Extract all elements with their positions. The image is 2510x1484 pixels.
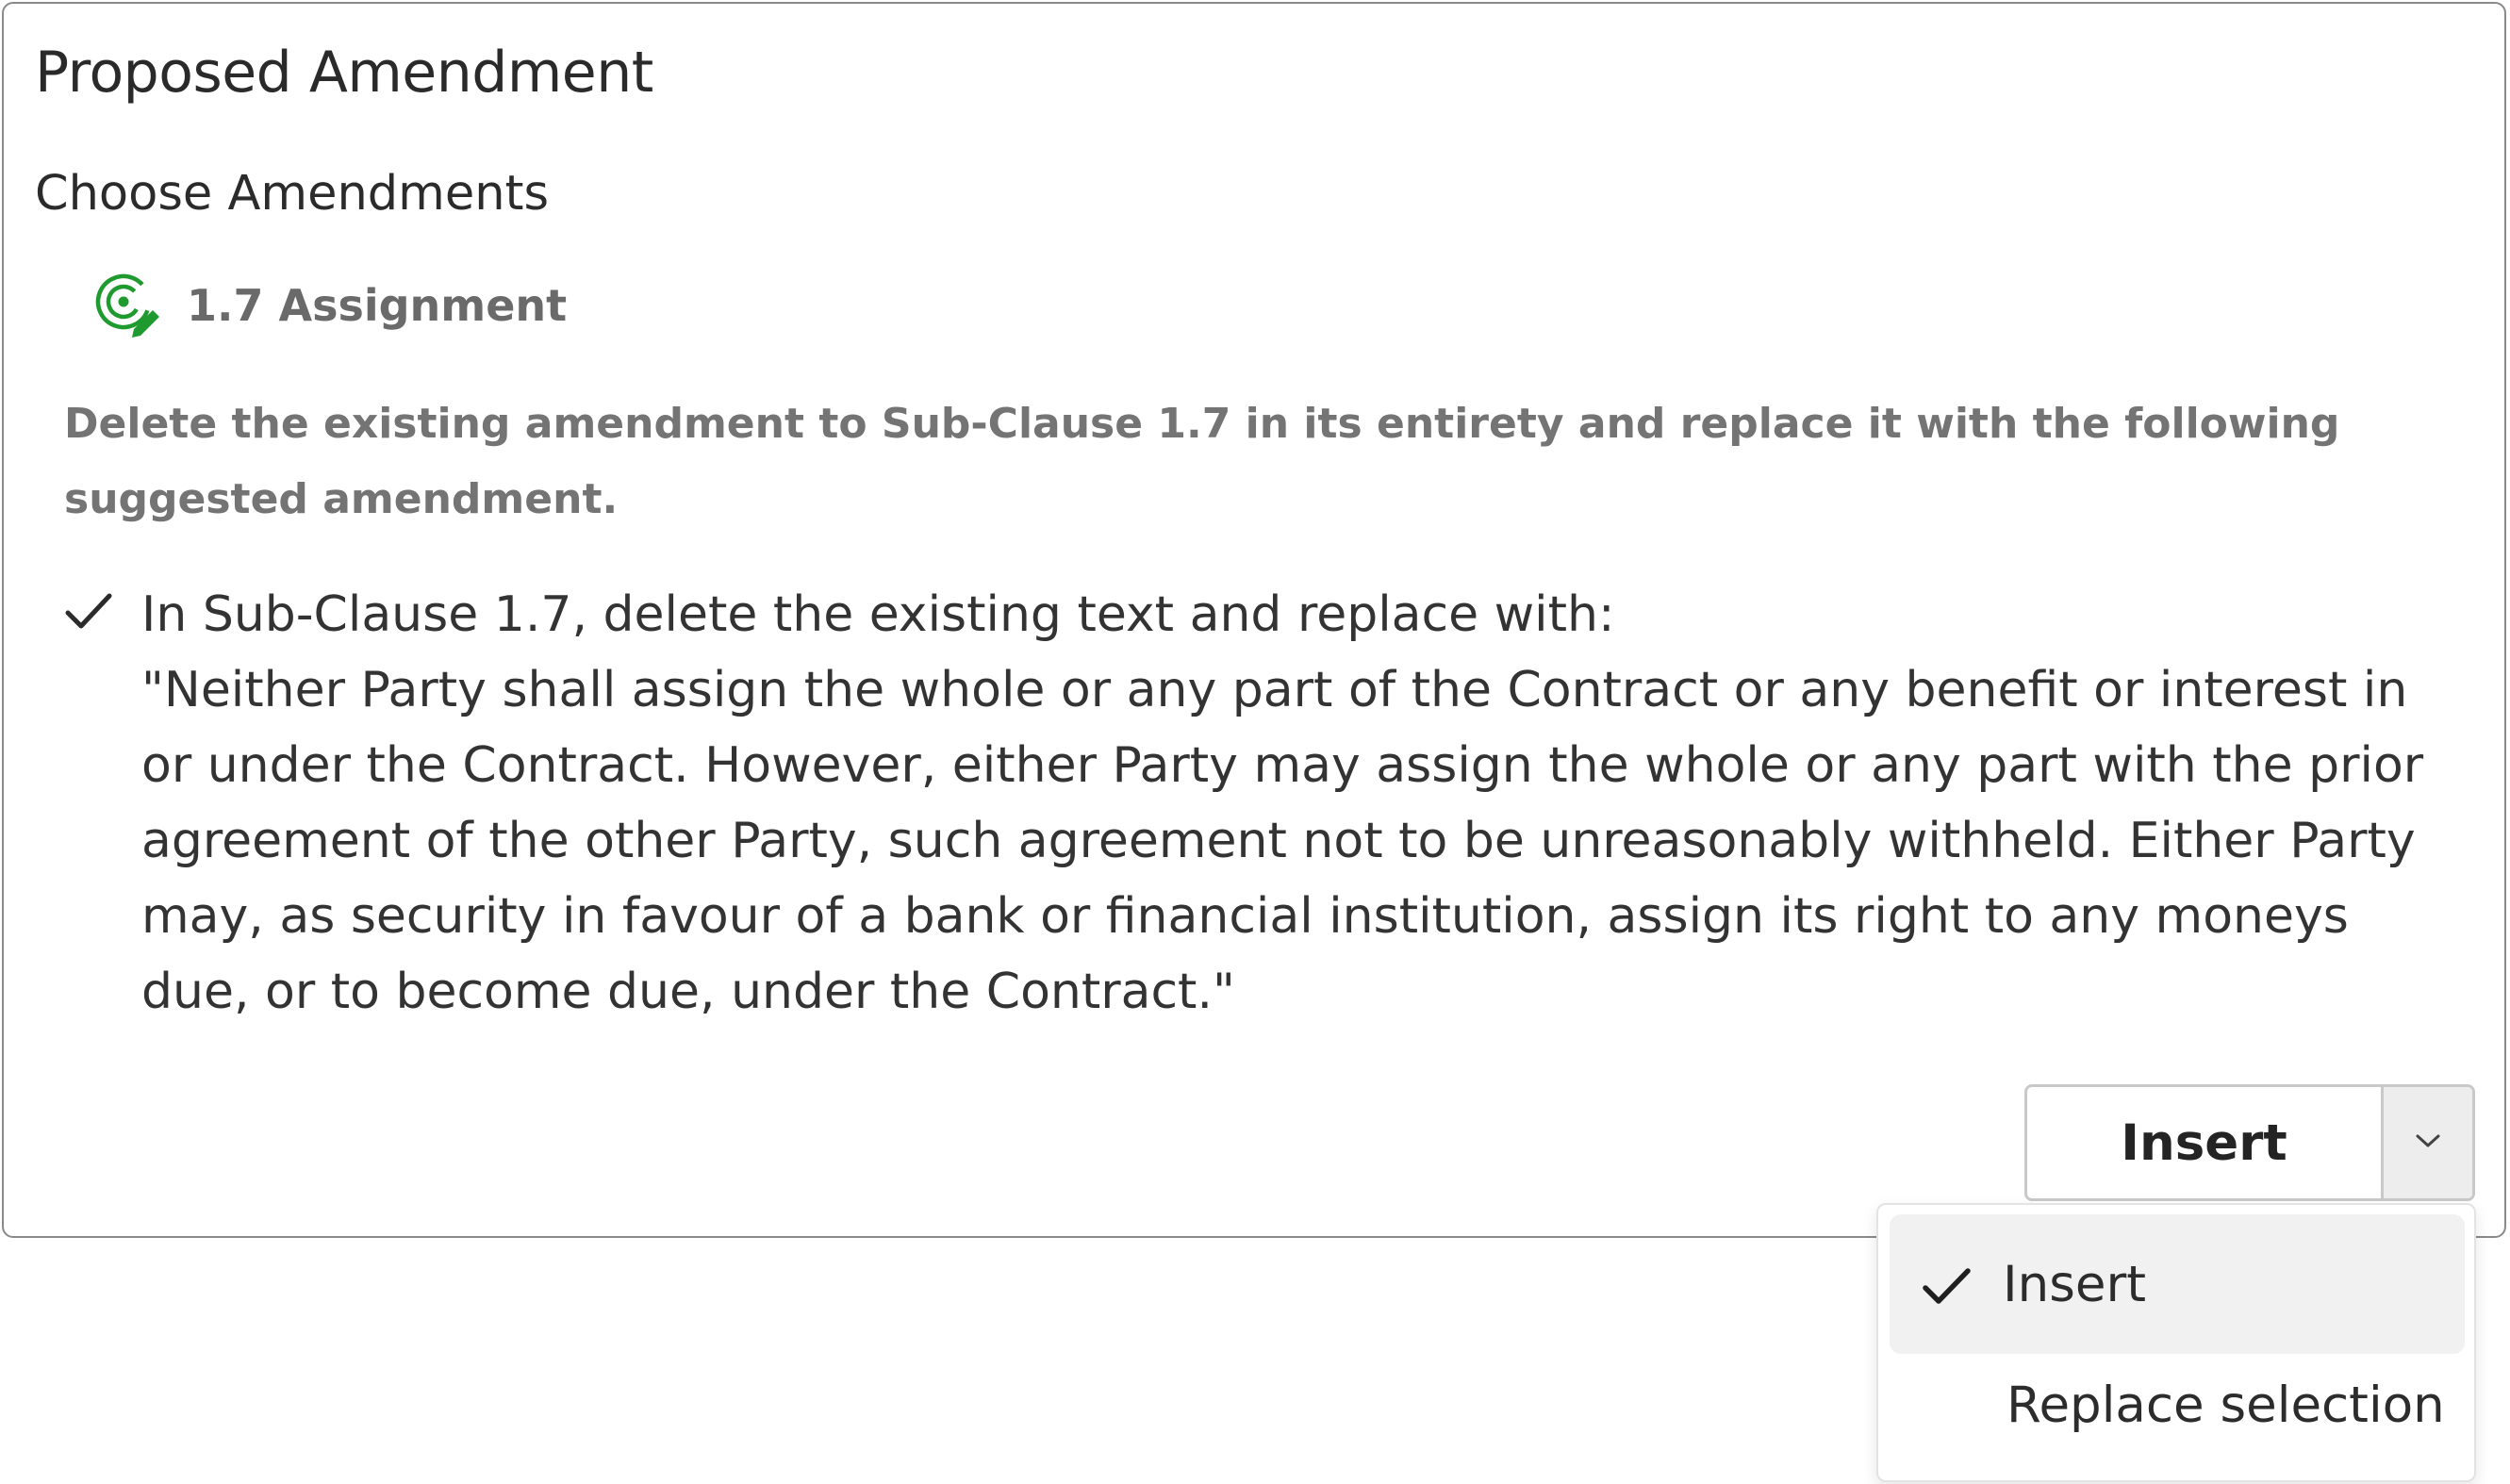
- amendment-instruction: Delete the existing amendment to Sub-Cla…: [64, 400, 2340, 523]
- chevron-down-icon: [2414, 1131, 2442, 1154]
- check-icon: [1921, 1260, 1973, 1312]
- section-heading: Choose Amendments: [35, 166, 550, 222]
- insert-options-menu: Insert Replace selection: [1876, 1203, 2476, 1482]
- menu-item-insert[interactable]: Insert: [1890, 1214, 2465, 1354]
- clause-header: 1.7 Assignment: [92, 271, 567, 340]
- menu-item-label: Insert: [2003, 1255, 2147, 1313]
- insert-button[interactable]: Insert: [2027, 1087, 2381, 1198]
- panel-title: Proposed Amendment: [35, 40, 653, 106]
- clause-label: 1.7 Assignment: [187, 280, 568, 331]
- proposed-amendment-panel: Proposed Amendment Choose Amendments 1.7…: [2, 2, 2506, 1238]
- insert-split-button: Insert: [2024, 1084, 2475, 1201]
- amendment-option-text: In Sub-Clause 1.7, delete the existing t…: [141, 577, 2470, 1030]
- menu-item-replace-selection[interactable]: Replace selection: [1890, 1335, 2465, 1475]
- insert-options-toggle[interactable]: [2381, 1087, 2472, 1198]
- check-icon: [62, 585, 115, 637]
- menu-item-label: Replace selection: [2006, 1376, 2445, 1434]
- amendment-option-lead: In Sub-Clause 1.7, delete the existing t…: [141, 586, 1615, 643]
- amendment-option-quote: "Neither Party shall assign the whole or…: [141, 662, 2424, 1020]
- target-edit-icon: [92, 271, 162, 340]
